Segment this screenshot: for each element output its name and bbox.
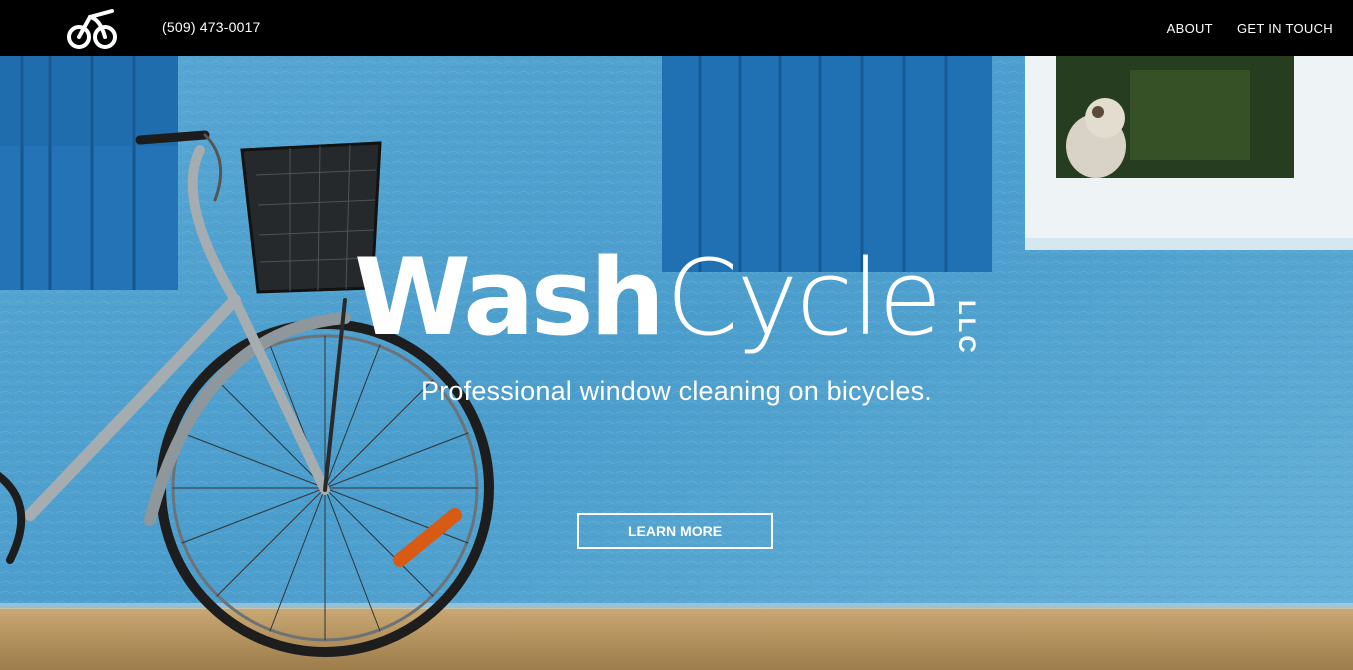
- top-navigation-bar: (509) 473-0017 ABOUT GET IN TOUCH: [0, 0, 1353, 56]
- window-with-cat: [1025, 56, 1353, 250]
- nav-link-get-in-touch[interactable]: GET IN TOUCH: [1237, 21, 1333, 36]
- nav-link-about[interactable]: ABOUT: [1167, 21, 1213, 36]
- hero-tagline: Professional window cleaning on bicycles…: [421, 376, 932, 406]
- main-nav: ABOUT GET IN TOUCH: [1167, 21, 1333, 36]
- bicycle-logo-icon[interactable]: [66, 5, 120, 51]
- left-shutter: [0, 56, 178, 290]
- brand-cycle: Cycle: [666, 237, 942, 359]
- brand-wash: Wash: [354, 236, 665, 359]
- brand-llc: LLC: [953, 300, 980, 356]
- learn-more-button[interactable]: LEARN MORE: [577, 513, 773, 549]
- phone-number[interactable]: (509) 473-0017: [162, 19, 261, 35]
